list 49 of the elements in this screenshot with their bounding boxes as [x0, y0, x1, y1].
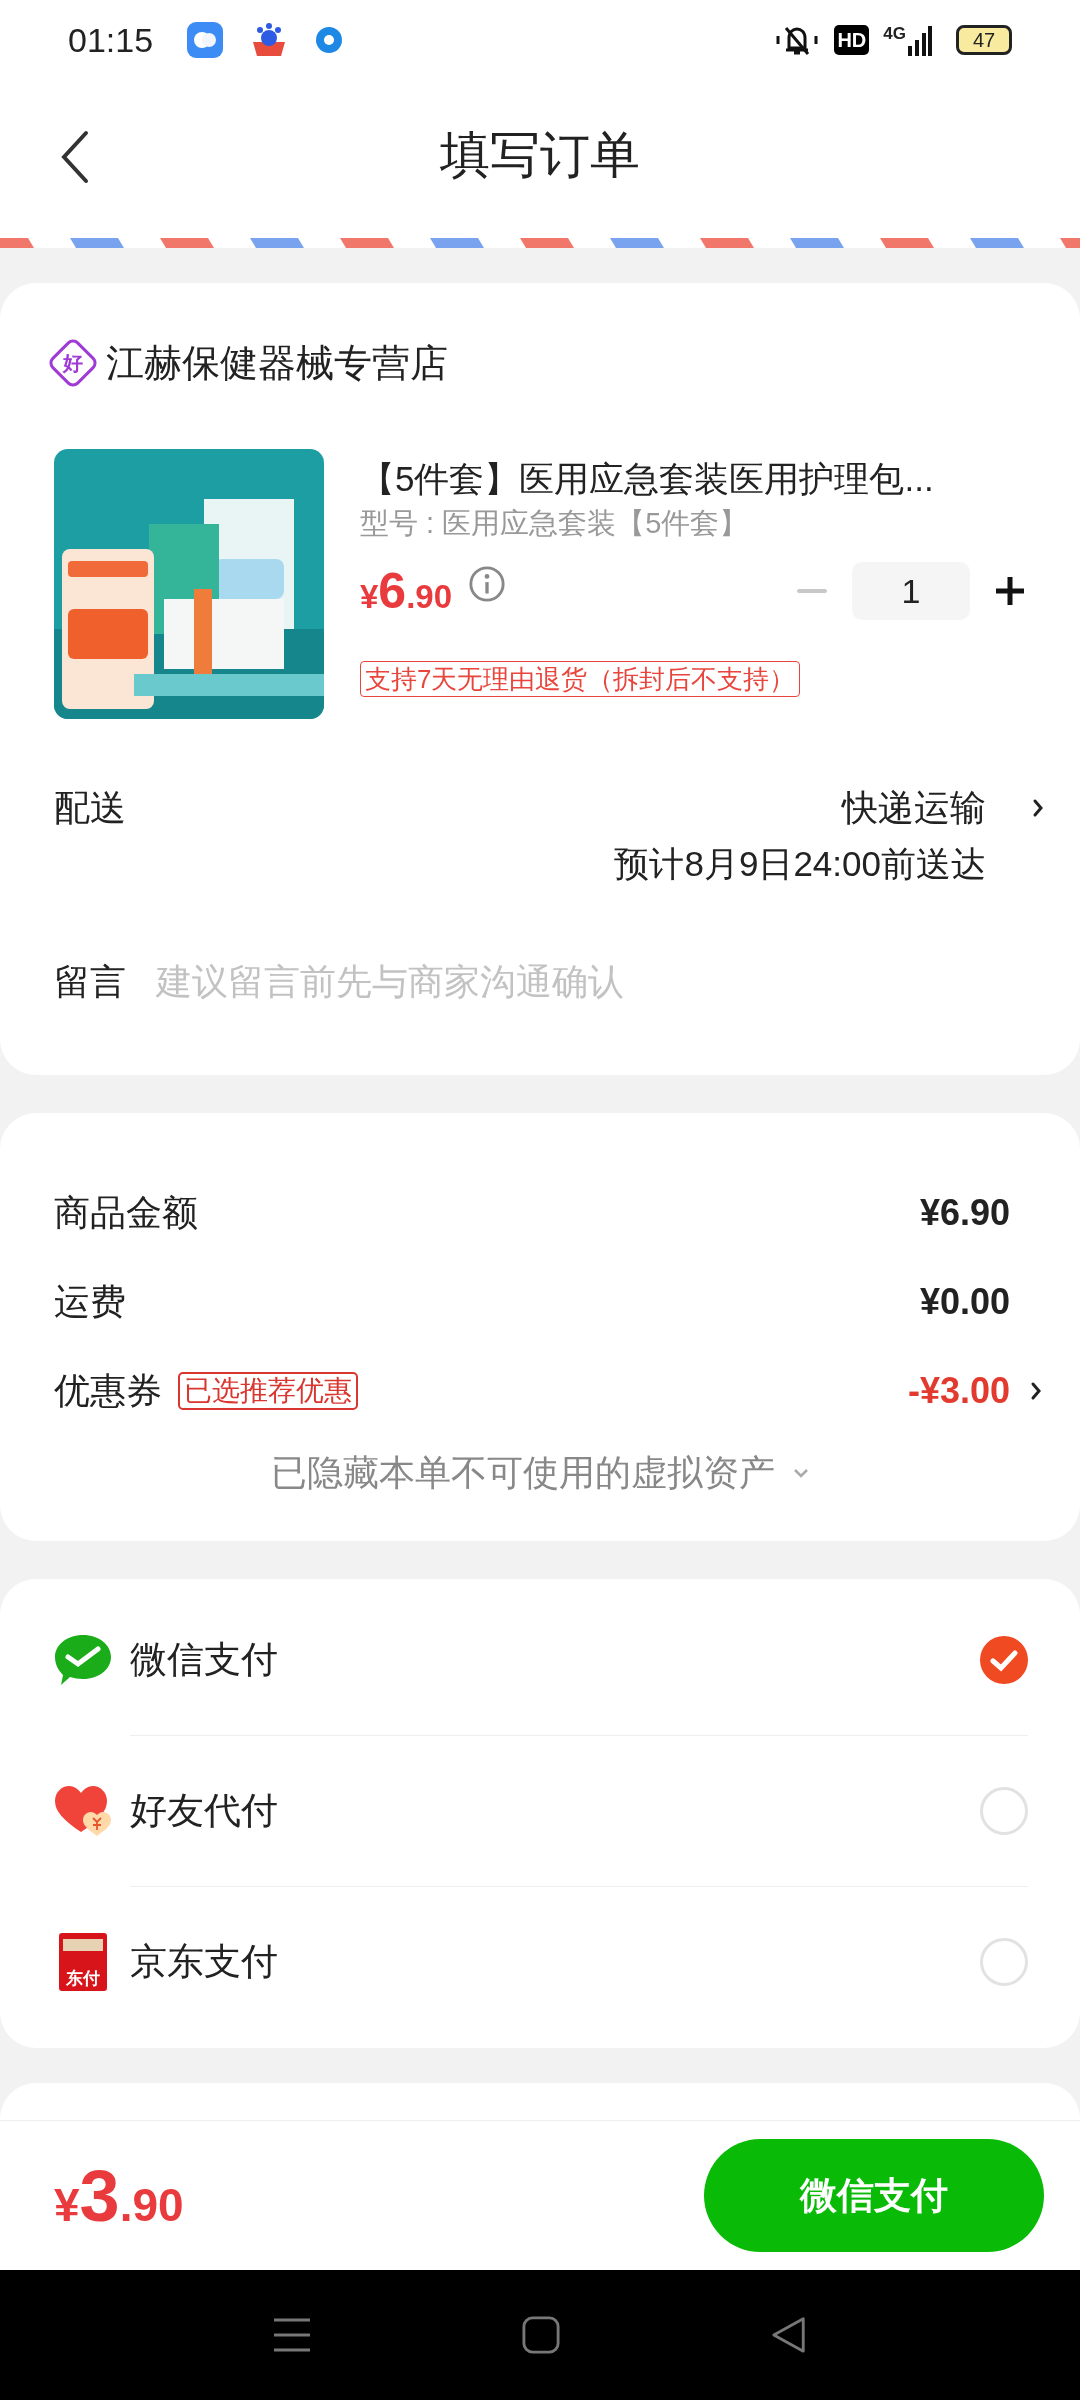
chevron-right-icon — [1032, 798, 1044, 818]
summary-value: ¥6.90 — [919, 1191, 1010, 1235]
payment-option[interactable]: 东付 京东支付 — [52, 1887, 1028, 2037]
delivery-label: 配送 — [54, 786, 126, 830]
hd-indicator: HD — [834, 25, 870, 55]
delivery-method[interactable]: 快递运输 — [842, 783, 986, 833]
signal-icon — [908, 25, 932, 56]
summary-label: 商品金额 — [54, 1191, 198, 1235]
payment-option[interactable]: 微信支付 — [52, 1585, 1028, 1735]
summary-value: ¥0.00 — [919, 1280, 1010, 1324]
product-title: 【5件套】医用应急套装医用护理包... — [360, 458, 935, 500]
bell-muted-icon — [774, 24, 821, 56]
message-label: 留言 — [54, 960, 126, 1004]
page-title: 填写订单 — [440, 130, 640, 180]
delivery-estimate: 预计8月9日24:00前送达 — [614, 843, 986, 885]
back-icon[interactable] — [60, 130, 90, 184]
payment-label: 京东支付 — [130, 1940, 278, 1985]
summary-label: 运费 — [54, 1280, 126, 1324]
radio-button[interactable] — [980, 1787, 1028, 1835]
home-icon[interactable] — [522, 2316, 560, 2354]
heart-coin-icon — [53, 1784, 113, 1838]
payment-label: 微信支付 — [130, 1638, 278, 1683]
circle-app-icon — [315, 26, 344, 54]
product-spec: 型号 : 医用应急套装【5件套】 — [360, 506, 750, 541]
back-triangle-icon[interactable] — [770, 2316, 808, 2354]
product-price: ¥6.90 — [360, 566, 453, 616]
plus-icon[interactable] — [994, 575, 1026, 607]
wallet-card-icon: 东付 — [59, 1933, 107, 1991]
cloud-app-icon — [187, 22, 224, 58]
status-time: 01:15 — [68, 19, 154, 61]
chevron-right-icon — [1030, 1381, 1042, 1401]
radio-button[interactable] — [980, 1938, 1028, 1986]
store-name[interactable]: 江赫保健器械专营店 — [106, 344, 448, 382]
network-label: 4G — [883, 24, 906, 42]
battery-indicator: 47 — [956, 25, 1012, 55]
summary-value[interactable]: -¥3.00 — [907, 1364, 1010, 1418]
hidden-assets-note[interactable]: 已隐藏本单不可使用的虚拟资产 — [271, 1446, 775, 1500]
chat-bubble-check-icon — [53, 1633, 113, 1687]
menu-icon[interactable] — [272, 2317, 312, 2353]
quantity-field[interactable]: 1 — [852, 562, 970, 620]
payment-label: 好友代付 — [130, 1789, 278, 1834]
selected-check-icon[interactable] — [980, 1636, 1028, 1684]
return-policy-tag: 支持7天无理由退货（拆封后不支持） — [360, 661, 801, 697]
info-icon[interactable] — [468, 565, 507, 603]
chevron-down-icon — [793, 1468, 809, 1478]
summary-label: 优惠券 — [54, 1369, 162, 1413]
coupon-tag: 已选推荐优惠 — [178, 1372, 358, 1410]
total-price: ¥3.90 — [54, 2159, 184, 2232]
payment-option[interactable]: 好友代付 — [52, 1736, 1028, 1886]
